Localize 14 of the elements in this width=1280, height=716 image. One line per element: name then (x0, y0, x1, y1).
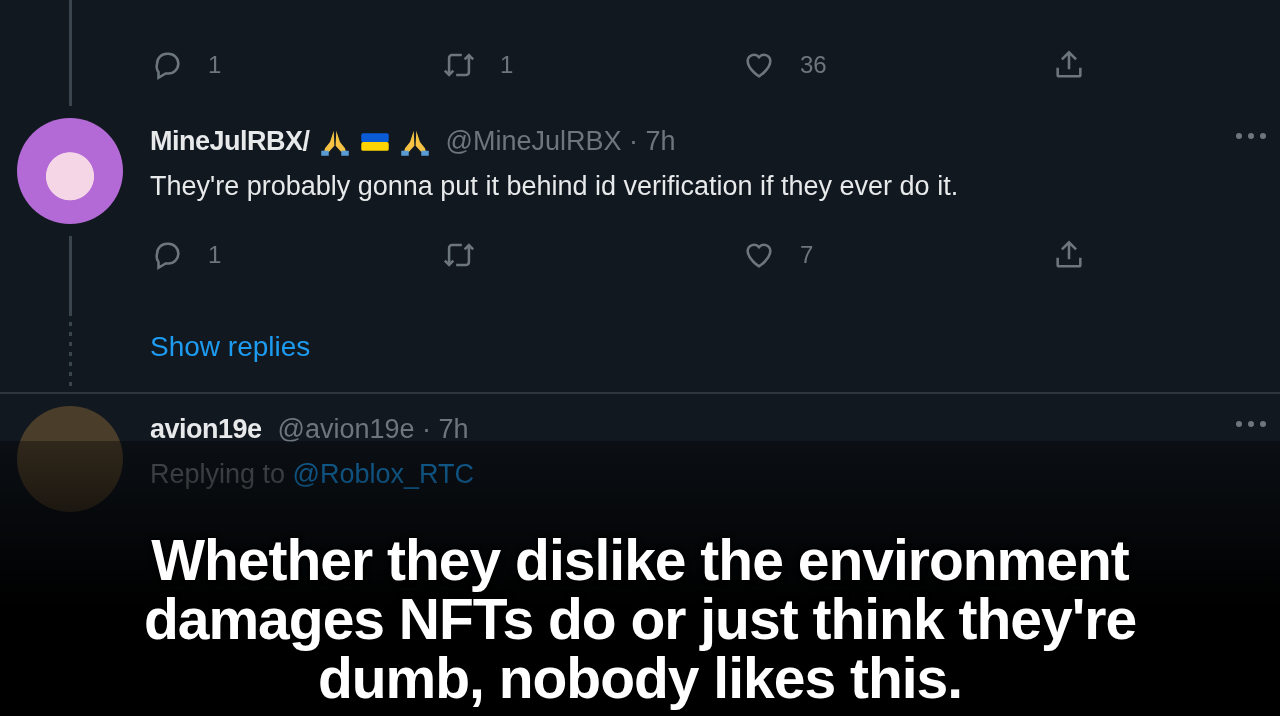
retweet-button[interactable]: 1 (442, 48, 514, 82)
like-button[interactable]: 7 (742, 238, 814, 272)
handle-and-time: @MineJulRBX · 7h (445, 126, 676, 157)
show-replies-link[interactable]: Show replies (150, 331, 311, 363)
handle-and-time: @avion19e · 7h (277, 414, 469, 445)
like-button[interactable]: 36 (742, 48, 827, 82)
more-icon[interactable] (1234, 130, 1268, 142)
display-name[interactable]: avion19e (150, 414, 262, 445)
mention-link[interactable]: @Roblox_RTC (292, 459, 475, 489)
reply-button[interactable]: 1 (150, 48, 222, 82)
reply-button[interactable]: 1 (150, 238, 222, 272)
more-icon[interactable] (1234, 418, 1268, 430)
display-name[interactable]: MineJulRBX/ (150, 126, 310, 157)
tweet-text: They're probably gonna put it behind id verification if they ever do it. (150, 171, 960, 202)
